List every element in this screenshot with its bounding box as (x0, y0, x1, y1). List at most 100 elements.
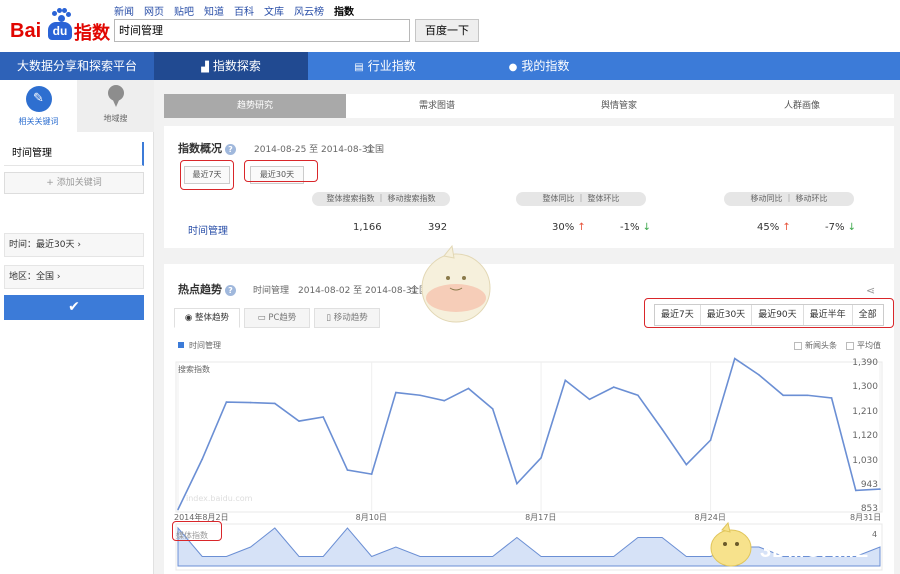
region-filter[interactable]: 地区：全国 › (4, 265, 144, 289)
data-point (274, 402, 276, 405)
add-keyword-button[interactable]: + 添加关键词 (4, 172, 144, 194)
arrow-up-icon: ↑ (577, 222, 586, 233)
main-nav-bar: 大数据分享和探索平台 ▟ 指数探索 ▤ 行业指数 ● 我的指数 (0, 52, 900, 80)
overview-keyword-link[interactable]: 时间管理 (188, 222, 228, 237)
data-point (346, 469, 349, 471)
time-filter[interactable]: 时间：最近30天 › (4, 233, 144, 257)
nav-link[interactable]: 贴吧 (174, 3, 194, 18)
keyword-item[interactable]: 时间管理 (4, 142, 144, 166)
nav-link[interactable]: 风云榜 (294, 3, 324, 18)
y-tick-label: 1,300 (852, 382, 878, 393)
confirm-button[interactable]: ✔ (4, 295, 144, 320)
subtab-demographics[interactable]: 人群画像 (710, 94, 894, 118)
nav-link[interactable]: 指数 (334, 3, 354, 18)
checkbox-icon (846, 341, 854, 350)
sidebar: ✎ 相关关键词 地域搜 时间管理 + 添加关键词 时间：最近30天 › 地区：全… (0, 80, 154, 574)
overview-title: 指数概况? (178, 140, 236, 156)
data-point (612, 386, 615, 388)
data-point (225, 401, 228, 403)
data-point (419, 394, 421, 397)
tab-related-keywords[interactable]: ✎ 相关关键词 (0, 80, 77, 132)
data-point (491, 408, 494, 410)
pencil-icon: ✎ (25, 86, 52, 112)
data-point (249, 401, 252, 404)
search-input[interactable]: 时间管理 (114, 19, 410, 42)
data-point (685, 463, 688, 466)
nav-link[interactable]: 网页 (144, 3, 164, 18)
data-point (879, 488, 881, 490)
col-header-overall-change: 整体同比 ｜ 整体环比 (516, 192, 646, 206)
highlight-box (180, 160, 234, 190)
arrow-up-icon: ↑ (782, 222, 791, 233)
mobile-yoy: 45% ↑ (757, 222, 791, 233)
mobile-index-value: 392 (428, 222, 448, 233)
y-axis-label: 搜索指数 (178, 365, 210, 374)
tab-my-index[interactable]: ● 我的指数 (462, 52, 616, 80)
data-point (709, 439, 712, 441)
overall-mom: -1% ↓ (620, 222, 652, 233)
y-tick-label: 1,210 (852, 406, 878, 417)
subtab-sentiment[interactable]: 舆情管家 (528, 94, 710, 118)
baidu-index-logo[interactable]: Bai du 指数 (10, 8, 110, 48)
media-y-tick: 4 (872, 530, 878, 539)
subtab-demand-map[interactable]: 需求图谱 (346, 94, 528, 118)
news-headline-toggle[interactable]: 新闻头条 (794, 340, 837, 351)
col-header-mobile-change: 移动同比 ｜ 移动环比 (724, 192, 854, 206)
data-point (661, 428, 663, 431)
slogan: 大数据分享和探索平台 (0, 52, 154, 80)
data-point (298, 420, 300, 422)
help-icon[interactable]: ? (225, 284, 236, 296)
y-tick-label: 1,120 (852, 431, 878, 442)
data-point (782, 394, 784, 397)
map-pin-icon (107, 85, 125, 107)
grid-icon: ▤ (354, 62, 364, 73)
data-point (564, 379, 567, 382)
average-toggle[interactable]: 平均值 (846, 340, 881, 351)
tab-pc-trend[interactable]: ▭ PC趋势 (244, 308, 310, 328)
overview-region: 全国 (366, 145, 385, 155)
top-header: Bai du 指数 新闻 网页 贴吧 知道 百科 文库 风云榜 指数 时间管理 百度一下 (0, 0, 900, 52)
plot-area (175, 361, 883, 513)
chart-legend: 时间管理 (178, 340, 221, 351)
help-icon[interactable]: ? (225, 143, 236, 155)
bar-chart-icon: ▟ (201, 62, 209, 73)
share-icon[interactable]: ⋖ (866, 284, 875, 297)
nav-link[interactable]: 文库 (264, 3, 284, 18)
trend-title: 热点趋势? (178, 281, 236, 297)
col-header-search-index: 整体搜索指数 ｜ 移动搜索指数 (312, 192, 450, 206)
tab-region[interactable]: 地域搜 (77, 80, 154, 132)
subtab-trend[interactable]: 趋势研究 (164, 94, 346, 118)
trend-keyword: 时间管理 (253, 286, 290, 296)
highlight-box (172, 521, 222, 541)
data-point (540, 456, 542, 459)
data-point (177, 508, 179, 511)
data-point (588, 398, 591, 401)
overall-yoy: 30% ↑ (552, 222, 586, 233)
mobile-mom: -7% ↓ (825, 222, 857, 233)
data-point (370, 473, 373, 475)
tab-overall-trend[interactable]: ◉ 整体趋势 (174, 308, 240, 328)
data-point (395, 391, 397, 394)
top-nav: 新闻 网页 贴吧 知道 百科 文库 风云榜 指数 (114, 3, 354, 18)
site-watermark: 3DMGAME (760, 540, 870, 562)
nav-link[interactable]: 知道 (204, 3, 224, 18)
overview-date-range: 2014-08-25 至 2014-08-31 (254, 145, 374, 155)
globe-icon: ◉ (184, 313, 193, 323)
nav-link[interactable]: 百科 (234, 3, 254, 18)
paw-icon (52, 8, 71, 22)
search-button[interactable]: 百度一下 (415, 19, 479, 42)
phone-icon: ▯ (326, 313, 331, 323)
data-point (443, 399, 446, 402)
nav-link[interactable]: 新闻 (114, 3, 134, 18)
data-point (806, 394, 809, 397)
data-point (733, 357, 736, 360)
y-tick-label: 943 (860, 479, 878, 490)
tab-mobile-trend[interactable]: ▯ 移动趋势 (314, 308, 380, 328)
mascot-image (710, 521, 752, 567)
tab-index-explore[interactable]: ▟ 指数探索 (154, 52, 308, 80)
y-tick-label: 1,030 (852, 455, 878, 466)
data-point (322, 416, 325, 418)
tab-industry-index[interactable]: ▤ 行业指数 (308, 52, 462, 80)
data-point (467, 387, 470, 390)
data-point (758, 374, 760, 376)
